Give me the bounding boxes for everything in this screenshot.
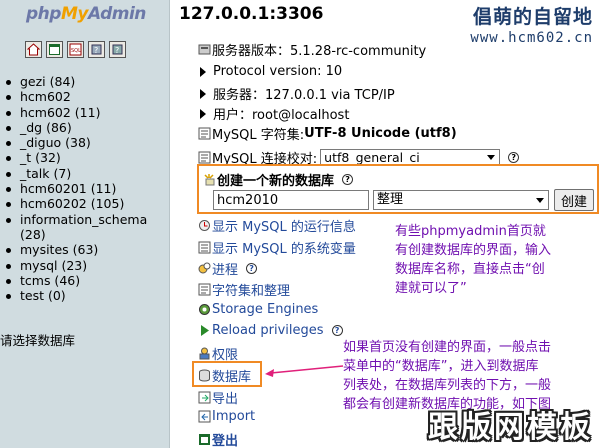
user-line: 用户：root@localhost xyxy=(198,104,349,123)
link-show-system-variables[interactable]: 显示 MySQL 的系统变量 xyxy=(198,238,356,257)
annotation-create-hint: 有些phpmyadmin首页就 有创建数据库的界面，输入 数据库名称，直接点击“… xyxy=(395,224,552,296)
help-icon[interactable]: ? xyxy=(109,41,126,58)
bullet-arrow-icon xyxy=(200,88,206,99)
navigation-frame: phpMyAdmin SQL ? ? gezi (84) hcm602 hcm6… xyxy=(0,0,170,448)
watermark-site-name: 倡萌的自留地 xyxy=(472,6,593,28)
server-line: 服务器：127.0.0.1 via TCP/IP xyxy=(198,84,395,103)
watermark-top: 倡萌的自留地 www.hcm602.cn xyxy=(470,2,593,46)
select-database-prompt: 请选择数据库 xyxy=(0,333,76,348)
database-item[interactable]: _dg (86) xyxy=(6,120,147,135)
svg-text:?: ? xyxy=(94,46,98,55)
processes-icon xyxy=(198,262,211,275)
svg-text:?: ? xyxy=(115,46,119,55)
server-title: 127.0.0.1:3306 xyxy=(179,4,324,24)
reload-icon xyxy=(198,324,211,337)
create-button[interactable]: 创建 xyxy=(554,189,594,211)
server-version-line: 服务器版本：5.1.28-rc-community xyxy=(198,40,426,59)
annotation-arrow xyxy=(265,365,344,377)
database-item[interactable]: gezi (84) xyxy=(6,74,147,89)
link-charsets[interactable]: 字符集和整理 xyxy=(198,280,290,299)
home-icon[interactable] xyxy=(25,41,42,58)
nav-icon-row: SQL ? ? xyxy=(25,41,126,58)
database-item[interactable]: mysql (23) xyxy=(6,258,147,273)
export-icon xyxy=(198,391,211,404)
charset-line: MySQL 字符集: UTF-8 Unicode (utf8) xyxy=(198,124,457,143)
databases-icon xyxy=(198,369,211,382)
sql-query-icon[interactable]: SQL xyxy=(67,41,84,58)
watermark-bottom: 跟版网模板 xyxy=(428,410,593,445)
main-frame: 127.0.0.1:3306 倡萌的自留地 www.hcm602.cn 服务器版… xyxy=(171,0,599,448)
database-item[interactable]: test (0) xyxy=(6,288,147,303)
collation-dropdown[interactable]: 整理 xyxy=(373,190,549,210)
new-database-icon xyxy=(203,173,216,186)
database-item[interactable]: _t (32) xyxy=(6,150,147,165)
create-database-label: 创建一个新的数据库 ? xyxy=(203,170,354,189)
link-reload-privileges[interactable]: Reload privileges ? xyxy=(198,323,343,338)
privileges-icon xyxy=(198,347,211,360)
database-item[interactable]: tcms (46) xyxy=(6,273,147,288)
link-export[interactable]: 导出 xyxy=(198,388,238,407)
help-icon[interactable]: ? xyxy=(331,325,343,336)
docs-icon[interactable]: ? xyxy=(88,41,105,58)
database-item[interactable]: hcm602 (11) xyxy=(6,105,147,120)
link-logout[interactable]: 登出 xyxy=(198,430,238,448)
help-icon[interactable]: ? xyxy=(342,174,354,185)
database-item[interactable]: information_schema xyxy=(6,212,147,227)
database-item[interactable]: _diguo (38) xyxy=(6,135,147,150)
help-icon[interactable]: ? xyxy=(508,152,520,163)
link-processes[interactable]: 进程 ? xyxy=(198,259,258,278)
link-import[interactable]: Import xyxy=(198,409,255,424)
create-database-panel: 创建一个新的数据库 ? 整理 创建 xyxy=(197,164,599,214)
database-item-count[interactable]: (28) xyxy=(6,227,147,242)
database-item[interactable]: hcm602 xyxy=(6,89,147,104)
variables-icon xyxy=(198,241,211,254)
link-databases[interactable]: 数据库 xyxy=(198,366,251,385)
link-show-runtime-info[interactable]: 显示 MySQL 的运行信息 xyxy=(198,216,356,235)
chevron-down-icon xyxy=(487,155,496,160)
watermark-url: www.hcm602.cn xyxy=(470,30,593,46)
protocol-line: Protocol version: 10 xyxy=(198,64,342,79)
database-item[interactable]: hcm60202 (105) xyxy=(6,196,147,211)
help-icon[interactable]: ? xyxy=(246,263,258,274)
import-icon xyxy=(198,410,211,423)
database-item[interactable]: mysites (63) xyxy=(6,242,147,257)
new-database-name-input[interactable] xyxy=(213,190,369,210)
charset-icon xyxy=(198,283,211,296)
logout-icon xyxy=(198,433,211,446)
sql-window-icon[interactable] xyxy=(46,41,63,58)
database-item[interactable]: hcm60201 (11) xyxy=(6,181,147,196)
charset-icon xyxy=(198,127,211,140)
collation-icon xyxy=(198,151,211,164)
process-icon xyxy=(198,219,211,232)
bullet-arrow-icon xyxy=(200,108,206,119)
server-icon xyxy=(198,43,211,56)
chevron-down-icon xyxy=(536,198,544,203)
database-item[interactable]: _talk (7) xyxy=(6,166,147,181)
engines-icon xyxy=(198,303,211,316)
bullet-arrow-icon xyxy=(200,66,206,77)
phpmyadmin-logo[interactable]: phpMyAdmin xyxy=(26,4,146,24)
link-storage-engines[interactable]: Storage Engines xyxy=(198,302,318,317)
database-list: gezi (84) hcm602 hcm602 (11) _dg (86) _d… xyxy=(6,74,147,303)
svg-text:SQL: SQL xyxy=(71,48,81,54)
